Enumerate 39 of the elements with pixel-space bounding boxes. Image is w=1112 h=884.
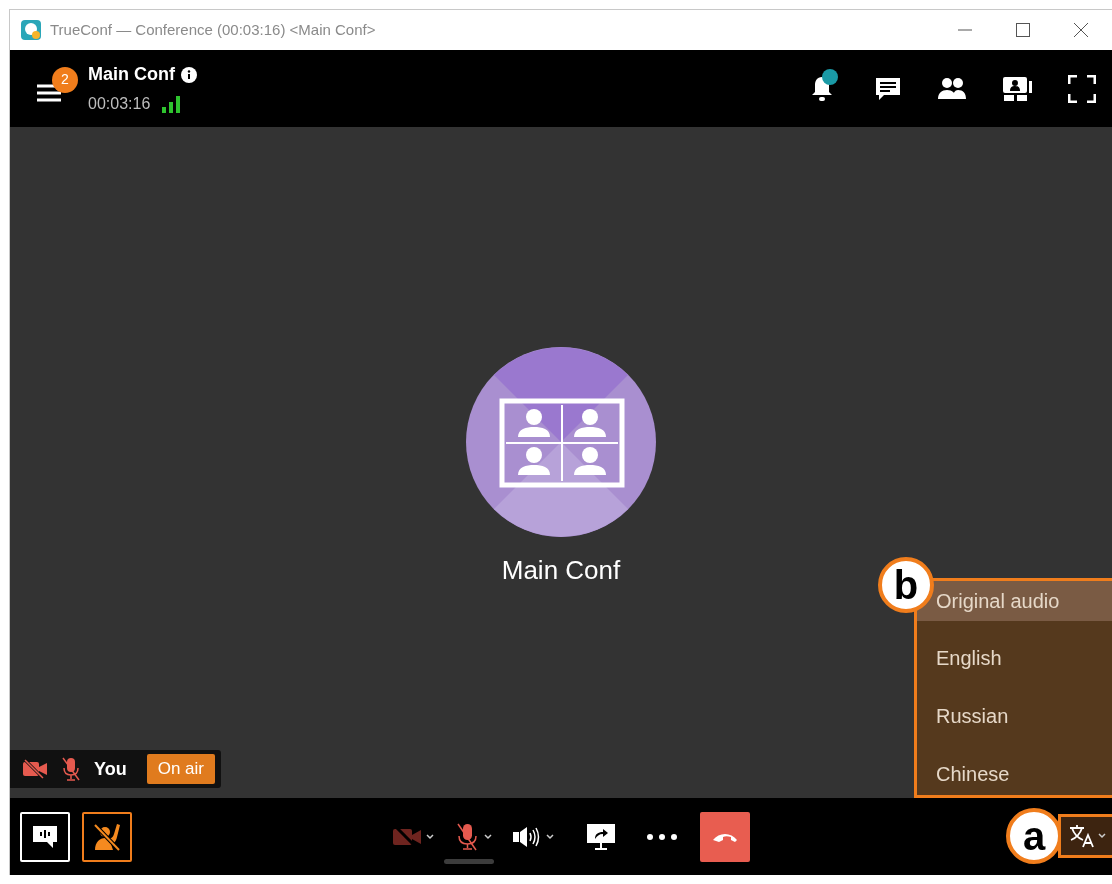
language-option[interactable]: Chinese <box>917 737 1112 795</box>
callout-label: b <box>878 557 934 613</box>
audio-button[interactable] <box>20 811 70 862</box>
language-option[interactable]: Original audio <box>917 581 1112 621</box>
signal-strength-icon <box>162 95 183 113</box>
caret-icon <box>546 833 554 840</box>
speaker-button[interactable] <box>510 824 556 849</box>
screen-share-icon[interactable] <box>586 822 616 851</box>
layout-icon[interactable] <box>1002 75 1032 102</box>
participants-icon[interactable] <box>938 76 966 101</box>
info-icon[interactable] <box>181 66 197 83</box>
caret-icon <box>484 833 492 840</box>
menu-icon[interactable] <box>36 82 62 103</box>
call-duration: 00:03:16 <box>88 94 151 114</box>
caret-icon <box>426 833 434 840</box>
participant-name: You <box>94 757 127 781</box>
caret-icon <box>1097 833 1106 839</box>
notification-count: 2 <box>52 66 78 93</box>
hang-up-button[interactable] <box>700 811 750 862</box>
microphone-button[interactable] <box>454 822 494 851</box>
raise-hand-button[interactable] <box>82 811 132 862</box>
language-option[interactable]: English <box>917 621 1112 679</box>
more-options-icon[interactable] <box>646 832 678 841</box>
maximize-icon[interactable] <box>1016 23 1030 37</box>
fullscreen-icon[interactable] <box>1068 74 1096 103</box>
hand-off-icon <box>92 821 122 852</box>
mic-level-bar <box>444 858 494 864</box>
translate-icon <box>1067 824 1096 848</box>
speech-bubble-icon <box>31 823 59 850</box>
window-title: TrueConf — Conference (00:03:16) <Main Conf> <box>50 19 376 40</box>
conference-name: Main Conf <box>501 554 621 587</box>
language-button[interactable] <box>1058 814 1112 858</box>
on-air-badge: On air <box>146 754 215 784</box>
language-option[interactable]: Russian <box>917 679 1112 737</box>
close-icon[interactable] <box>1074 23 1088 37</box>
conference-avatar-icon <box>466 347 656 537</box>
app-logo-icon <box>20 19 42 41</box>
conference-title: Main Conf <box>88 63 175 86</box>
speaker-icon <box>512 824 542 849</box>
